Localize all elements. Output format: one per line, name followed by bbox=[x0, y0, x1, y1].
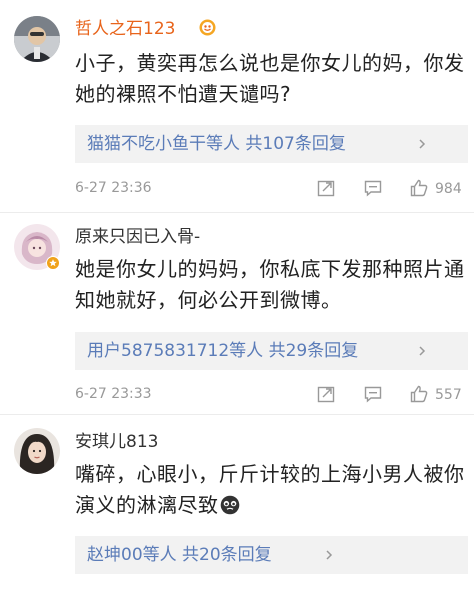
comment-item: 安琪儿813 嘴碎，心眼小，斤斤计较的上海小男人被你演义的淋漓尽致 赵坤00等人… bbox=[0, 414, 474, 597]
crying-emoji-icon bbox=[220, 495, 239, 515]
avatar-image bbox=[14, 16, 60, 62]
replies-link[interactable]: 赵坤00等人 共20条回复 bbox=[75, 536, 468, 574]
timestamp: 6-27 23:33 bbox=[75, 386, 152, 402]
comment-item: 哲人之石123 小子，黄奕再怎么说也是你女儿的妈，你发她的裸照不怕遭天谴吗? 猫… bbox=[0, 0, 474, 205]
comment-icon[interactable] bbox=[363, 384, 383, 404]
comment-text-body: 嘴碎，心眼小，斤斤计较的上海小男人被你演义的淋漓尽致 bbox=[75, 462, 465, 517]
comment-text: 嘴碎，心眼小，斤斤计较的上海小男人被你演义的淋漓尽致 bbox=[75, 459, 467, 521]
chevron-right-icon bbox=[419, 139, 426, 149]
avatar[interactable] bbox=[14, 428, 60, 474]
replies-link[interactable]: 用户5875831712等人 共29条回复 bbox=[75, 332, 468, 370]
like-icon[interactable] bbox=[409, 384, 429, 404]
comment-text: 小子，黄奕再怎么说也是你女儿的妈，你发她的裸照不怕遭天谴吗? bbox=[75, 51, 465, 106]
replies-link[interactable]: 猫猫不吃小鱼干等人 共107条回复 bbox=[75, 125, 468, 163]
level-badge-icon bbox=[46, 256, 60, 270]
avatar[interactable] bbox=[14, 16, 60, 62]
vip-badge-icon bbox=[199, 19, 216, 36]
replies-text: 猫猫不吃小鱼干等人 共107条回复 bbox=[87, 134, 346, 154]
chevron-right-icon bbox=[419, 346, 426, 356]
replies-text: 用户5875831712等人 共29条回复 bbox=[87, 341, 359, 361]
chevron-right-icon bbox=[326, 550, 333, 560]
username[interactable]: 原来只因已入骨- bbox=[75, 226, 200, 248]
replies-text: 赵坤00等人 共20条回复 bbox=[87, 545, 272, 565]
timestamp: 6-27 23:36 bbox=[75, 180, 152, 196]
like-count: 984 bbox=[435, 181, 462, 197]
share-icon[interactable] bbox=[316, 384, 336, 404]
comment-icon[interactable] bbox=[363, 178, 383, 198]
comment-meta: 6-27 23:33 557 bbox=[75, 384, 468, 408]
like-count: 557 bbox=[435, 387, 462, 403]
comment-text: 她是你女儿的妈妈，你私底下发那种照片通知她就好，何必公开到微博。 bbox=[75, 257, 465, 312]
like-icon[interactable] bbox=[409, 178, 429, 198]
share-icon[interactable] bbox=[316, 178, 336, 198]
username[interactable]: 安琪儿813 bbox=[75, 431, 158, 453]
comment-item: 原来只因已入骨- 她是你女儿的妈妈，你私底下发那种照片通知她就好，何必公开到微博… bbox=[0, 212, 474, 415]
comment-meta: 6-27 23:36 984 bbox=[75, 178, 468, 202]
avatar-image bbox=[14, 428, 60, 474]
username[interactable]: 哲人之石123 bbox=[75, 18, 175, 40]
